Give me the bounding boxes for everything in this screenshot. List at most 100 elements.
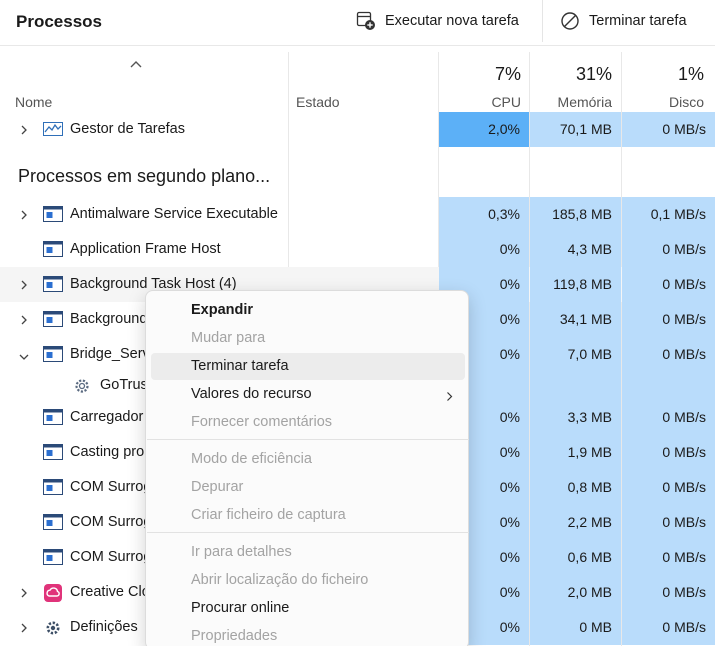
cpu-cell: 2,0%: [439, 112, 529, 147]
page-title: Processos: [16, 12, 102, 31]
window-icon: [43, 514, 63, 530]
memory-cell: 2,0 MB: [530, 575, 621, 610]
disk-cell: 0,1 MB/s: [622, 197, 715, 232]
disk-cell: 0 MB/s: [622, 337, 715, 372]
column-header-cpu[interactable]: CPU: [439, 94, 521, 110]
sort-ascending-icon: [129, 56, 143, 68]
column-header-name[interactable]: Nome: [15, 94, 52, 110]
chevron-down-icon[interactable]: [18, 349, 29, 361]
window-icon: [43, 444, 63, 460]
cpu-cell: 0,3%: [439, 197, 529, 232]
chevron-right-icon[interactable]: [19, 621, 29, 633]
column-header-disk[interactable]: Disco: [622, 94, 704, 110]
window-icon: [43, 311, 63, 327]
window-icon: [43, 346, 63, 362]
menu-item-valores-do-recurso[interactable]: Valores do recurso: [151, 381, 465, 408]
new-task-label: Executar nova tarefa: [385, 13, 519, 29]
creative-cloud-icon: [43, 584, 63, 602]
memory-cell: 34,1 MB: [530, 302, 621, 337]
chevron-right-icon: [446, 389, 453, 401]
disk-cell: 0 MB/s: [622, 267, 715, 302]
memory-cell: 2,2 MB: [530, 505, 621, 540]
cpu-total: 7%: [494, 64, 521, 84]
table-row[interactable]: Application Frame Host 0% 4,3 MB 0 MB/s: [0, 232, 715, 267]
settings-gear-icon: [43, 619, 63, 635]
menu-item-mudar-para[interactable]: Mudar para: [151, 325, 465, 352]
group-header[interactable]: Processos em segundo plano...: [18, 166, 270, 187]
memory-cell: 7,0 MB: [530, 337, 621, 372]
menu-divider: [147, 532, 469, 533]
end-task-label: Terminar tarefa: [589, 13, 687, 29]
disk-cell: 0 MB/s: [622, 302, 715, 337]
memory-cell: 0,8 MB: [530, 470, 621, 505]
process-name: COM Surrog: [70, 549, 152, 565]
chevron-right-icon[interactable]: [19, 313, 29, 325]
disk-cell: 0 MB/s: [622, 435, 715, 470]
memory-cell: 3,3 MB: [530, 400, 621, 435]
table-row[interactable]: Antimalware Service Executable 0,3% 185,8 …: [0, 197, 715, 232]
disk-cell: 0 MB/s: [622, 232, 715, 267]
chevron-right-icon[interactable]: [19, 278, 29, 290]
menu-item-abrir-localizacao[interactable]: Abrir localização do ficheiro: [151, 567, 465, 594]
disk-cell: 0 MB/s: [622, 610, 715, 645]
window-icon: [43, 241, 63, 257]
process-name: COM Surrog: [70, 514, 152, 530]
process-name: Creative Clo: [70, 584, 150, 600]
disk-cell: 0 MB/s: [622, 505, 715, 540]
end-task-button[interactable]: Terminar tarefa: [560, 8, 687, 34]
context-menu: Expandir Mudar para Terminar tarefa Valo…: [145, 290, 469, 646]
menu-item-criar-ficheiro-de-captura[interactable]: Criar ficheiro de captura: [151, 502, 465, 529]
window-icon: [43, 549, 63, 565]
disk-cell: 0 MB/s: [622, 470, 715, 505]
chevron-right-icon[interactable]: [19, 208, 29, 220]
menu-item-expandir[interactable]: Expandir: [151, 297, 465, 324]
memory-cell: 70,1 MB: [530, 112, 621, 147]
menu-item-modo-de-eficiencia[interactable]: Modo de eficiência: [151, 446, 465, 473]
menu-divider: [147, 439, 469, 440]
cpu-cell: 0%: [439, 232, 529, 267]
menu-item-depurar[interactable]: Depurar: [151, 474, 465, 501]
process-name: Definições: [70, 619, 138, 635]
window-icon: [43, 409, 63, 425]
process-name: Application Frame Host: [70, 241, 221, 257]
chevron-right-icon[interactable]: [19, 123, 29, 135]
memory-cell: [530, 368, 621, 400]
process-name: Carregador: [70, 409, 144, 425]
menu-item-procurar-online[interactable]: Procurar online: [151, 595, 465, 622]
disk-cell: [622, 368, 715, 400]
memory-cell: 0,6 MB: [530, 540, 621, 575]
toolbar: Processos Executar nova tarefa Terminar …: [0, 0, 715, 46]
process-name: Antimalware Service Executable: [70, 206, 278, 222]
process-name: Casting pro: [70, 444, 145, 460]
window-icon: [43, 479, 63, 495]
window-icon: [43, 276, 63, 292]
block-icon: [560, 11, 580, 31]
memory-cell: 1,9 MB: [530, 435, 621, 470]
process-name: Gestor de Tarefas: [70, 121, 185, 137]
table-row[interactable]: Gestor de Tarefas 2,0% 70,1 MB 0 MB/s: [0, 112, 715, 147]
memory-cell: 185,8 MB: [530, 197, 621, 232]
window-icon: [43, 206, 63, 222]
memory-cell: 0 MB: [530, 610, 621, 645]
new-task-button[interactable]: Executar nova tarefa: [356, 8, 519, 34]
toolbar-divider: [542, 0, 543, 42]
process-name: COM Surrog: [70, 479, 152, 495]
menu-item-terminar-tarefa[interactable]: Terminar tarefa: [151, 353, 465, 380]
memory-cell: 4,3 MB: [530, 232, 621, 267]
chevron-right-icon[interactable]: [19, 586, 29, 598]
disk-cell: 0 MB/s: [622, 112, 715, 147]
gear-icon: [73, 377, 93, 393]
disk-cell: 0 MB/s: [622, 540, 715, 575]
memory-cell: 119,8 MB: [530, 267, 621, 302]
task-manager-icon: [43, 121, 63, 137]
menu-item-fornecer-comentarios[interactable]: Fornecer comentários: [151, 409, 465, 436]
column-header-memory[interactable]: Memória: [530, 94, 612, 110]
menu-item-propriedades[interactable]: Propriedades: [151, 623, 465, 646]
menu-item-ir-para-detalhes[interactable]: Ir para detalhes: [151, 539, 465, 566]
process-name: GoTrus: [100, 377, 148, 393]
disk-cell: 0 MB/s: [622, 400, 715, 435]
memory-total: 31%: [575, 64, 612, 84]
disk-total: 1%: [677, 64, 704, 84]
process-name: Background: [70, 311, 148, 327]
column-header-status[interactable]: Estado: [296, 94, 340, 110]
